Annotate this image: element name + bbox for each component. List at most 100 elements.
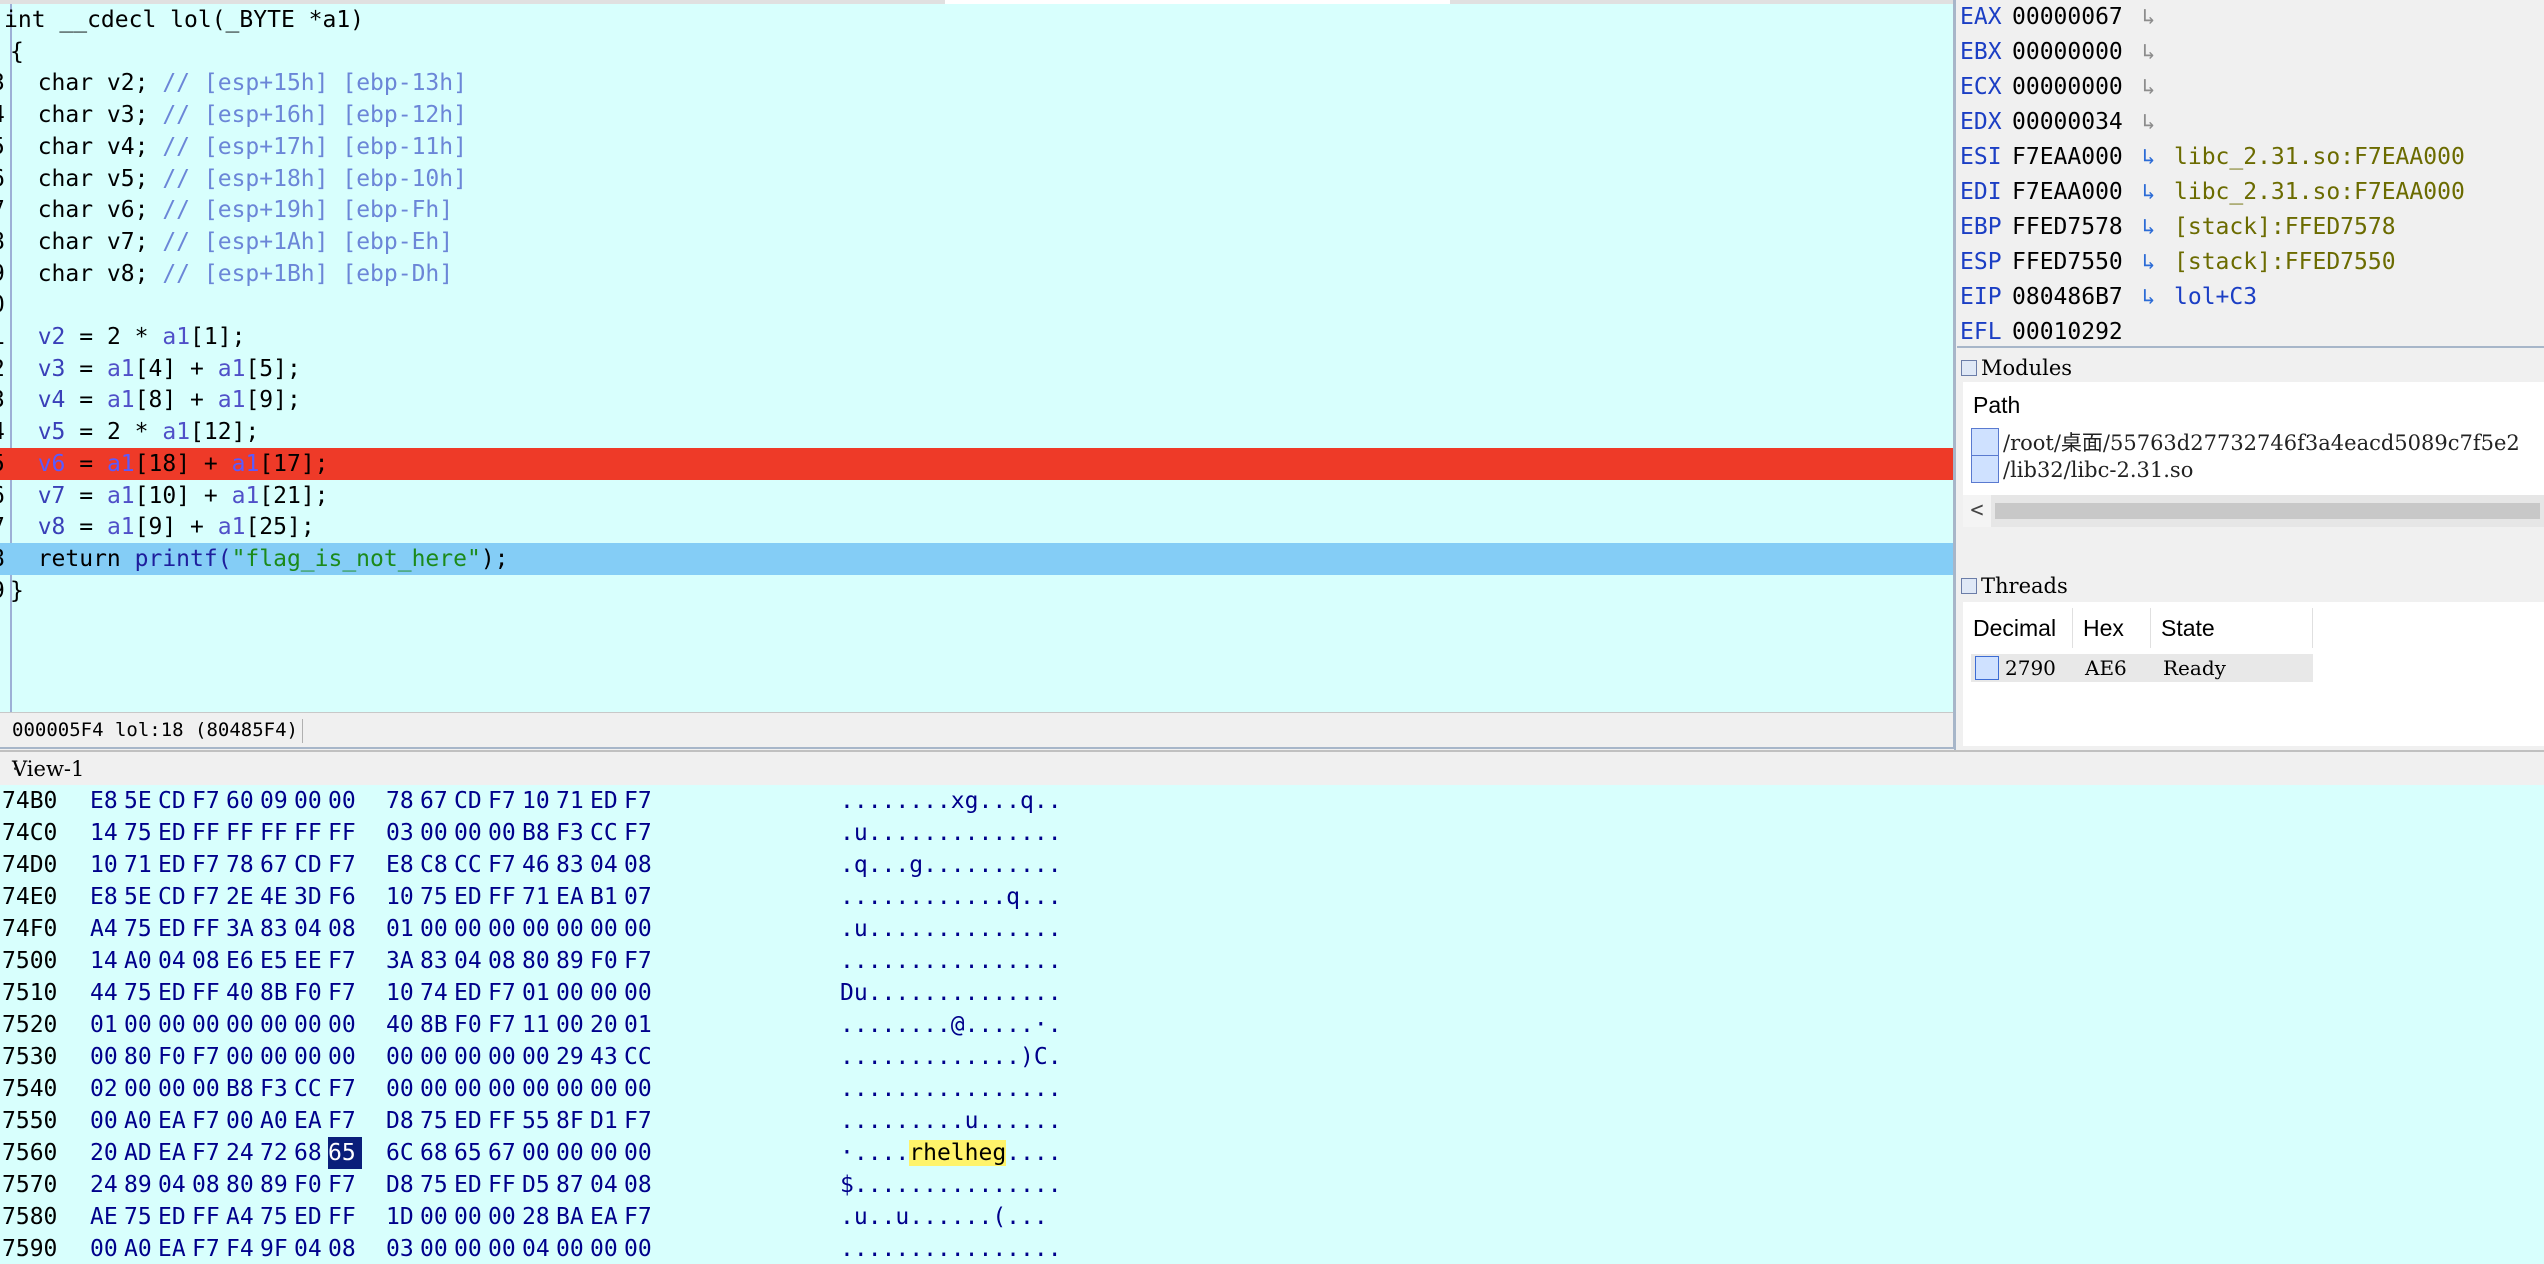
hex-bytes[interactable]: E8 5E CD F7 60 09 00 00 78 67 CD F7 10 71 ED F7 <box>90 785 658 817</box>
hex-byte[interactable]: ED <box>158 817 192 849</box>
hex-byte[interactable]: 10 <box>386 977 420 1009</box>
hex-byte[interactable]: F7 <box>624 945 658 977</box>
hex-byte[interactable]: A0 <box>124 1233 158 1264</box>
hex-byte[interactable]: 00 <box>624 1233 658 1264</box>
code-line[interactable]: 3 v4 = a1[8] + a1[9]; <box>0 384 1953 416</box>
hex-byte[interactable]: 00 <box>420 1073 454 1105</box>
register-value[interactable]: FFED7578 <box>2012 210 2123 245</box>
register-value[interactable]: F7EAA000 <box>2012 175 2123 210</box>
hex-byte[interactable]: CD <box>294 849 328 881</box>
hex-byte[interactable]: 08 <box>624 849 658 881</box>
hex-byte[interactable]: F7 <box>624 785 658 817</box>
hex-byte[interactable]: ED <box>454 977 488 1009</box>
hex-byte[interactable]: F7 <box>192 1105 226 1137</box>
hex-bytes[interactable]: 01 00 00 00 00 00 00 00 40 8B F0 F7 11 00 20 01 <box>90 1009 658 1041</box>
hex-ascii[interactable]: .u..u......(... <box>840 1201 1048 1233</box>
hex-byte[interactable]: EA <box>556 881 590 913</box>
code-line[interactable]: 1 v2 = 2 * a1[1]; <box>0 321 1953 353</box>
hex-byte[interactable]: 00 <box>556 1009 590 1041</box>
hex-row[interactable]: 7520 01 00 00 00 00 00 00 00 40 8B F0 F7 11 00 20 01....… <box>0 1009 2544 1041</box>
hex-byte[interactable]: 67 <box>488 1137 522 1169</box>
pane-splitter[interactable] <box>1954 0 1956 750</box>
hex-byte[interactable]: 60 <box>226 785 260 817</box>
hex-byte[interactable]: 00 <box>90 1233 124 1264</box>
hex-view[interactable]: 74B0 E8 5E CD F7 60 09 00 00 78 67 CD F7 10 71 ED F7....… <box>0 785 2544 1264</box>
hex-byte[interactable]: 01 <box>522 977 556 1009</box>
hex-byte[interactable]: 04 <box>294 1233 328 1264</box>
hex-byte[interactable]: F0 <box>294 1169 328 1201</box>
hex-byte[interactable]: 75 <box>124 817 158 849</box>
hex-byte[interactable]: 09 <box>260 785 294 817</box>
hex-row[interactable]: 7530 00 80 F0 F7 00 00 00 00 00 00 00 00 00 29 43 CC....… <box>0 1041 2544 1073</box>
code-line[interactable]: 6 v7 = a1[10] + a1[21]; <box>0 480 1953 512</box>
code-line[interactable]: 8 char v7; // [esp+1Ah] [ebp-Eh] <box>0 226 1953 258</box>
hex-byte[interactable]: 00 <box>260 1041 294 1073</box>
hex-byte[interactable]: EA <box>158 1233 192 1264</box>
register-reference[interactable]: lol+C3 <box>2174 280 2257 315</box>
hex-byte[interactable]: 40 <box>226 977 260 1009</box>
hex-byte[interactable]: 8B <box>260 977 294 1009</box>
hex-byte[interactable]: 71 <box>522 881 556 913</box>
code-line[interactable]: 4 char v3; // [esp+16h] [ebp-12h] <box>0 99 1953 131</box>
register-reference[interactable]: [stack]:FFED7578 <box>2174 210 2396 245</box>
hex-byte[interactable]: CC <box>590 817 624 849</box>
code-line[interactable]: 3 char v2; // [esp+15h] [ebp-13h] <box>0 67 1953 99</box>
register-reference[interactable]: libc_2.31.so:F7EAA000 <box>2174 175 2465 210</box>
register-value[interactable]: 080486B7 <box>2012 280 2123 315</box>
hex-byte[interactable]: D5 <box>522 1169 556 1201</box>
hex-byte[interactable]: 87 <box>556 1169 590 1201</box>
hex-byte[interactable]: AD <box>124 1137 158 1169</box>
register-value[interactable]: F7EAA000 <box>2012 140 2123 175</box>
hex-byte[interactable]: 04 <box>590 849 624 881</box>
hex-byte[interactable]: 00 <box>328 785 362 817</box>
hex-byte[interactable]: 00 <box>454 913 488 945</box>
hex-byte[interactable]: 71 <box>556 785 590 817</box>
hex-ascii[interactable]: Du.............. <box>840 977 1062 1009</box>
hex-byte[interactable]: EA <box>590 1201 624 1233</box>
hex-byte[interactable]: F7 <box>192 785 226 817</box>
hex-byte[interactable]: 4E <box>260 881 294 913</box>
hex-byte[interactable]: FF <box>192 913 226 945</box>
hex-byte[interactable]: A4 <box>90 913 124 945</box>
register-row[interactable]: ECX 00000000 ↳ <box>1960 70 2540 105</box>
code-line[interactable]: 7 v8 = a1[9] + a1[25]; <box>0 511 1953 543</box>
hex-byte[interactable]: FF <box>488 1105 522 1137</box>
hex-bytes[interactable]: 44 75 ED FF 40 8B F0 F7 10 74 ED F7 01 00 00 00 <box>90 977 658 1009</box>
hex-byte[interactable]: A0 <box>260 1105 294 1137</box>
hex-byte[interactable]: 00 <box>488 817 522 849</box>
hex-byte[interactable]: 00 <box>624 913 658 945</box>
hex-byte[interactable]: 00 <box>556 913 590 945</box>
hex-byte[interactable]: BA <box>556 1201 590 1233</box>
hex-byte[interactable]: F7 <box>624 817 658 849</box>
jump-arrow-icon[interactable]: ↳ <box>2142 105 2155 140</box>
hex-byte[interactable]: ED <box>158 1201 192 1233</box>
hex-byte[interactable]: 20 <box>590 1009 624 1041</box>
hex-byte[interactable]: CD <box>158 785 192 817</box>
hex-byte[interactable]: F7 <box>192 1137 226 1169</box>
hex-byte[interactable]: ED <box>158 913 192 945</box>
hex-ascii[interactable]: .............)C. <box>840 1041 1062 1073</box>
hex-byte[interactable]: 00 <box>488 1201 522 1233</box>
hex-byte[interactable]: B8 <box>522 817 556 849</box>
hex-byte[interactable]: ED <box>294 1201 328 1233</box>
hex-byte[interactable]: CC <box>454 849 488 881</box>
hex-byte[interactable]: 04 <box>158 945 192 977</box>
hex-byte[interactable]: F7 <box>192 881 226 913</box>
hex-bytes[interactable]: 14 A0 04 08 E6 E5 EE F7 3A 83 04 08 80 89 F0 F7 <box>90 945 658 977</box>
hex-byte[interactable]: F7 <box>192 1041 226 1073</box>
hex-ascii[interactable]: ................ <box>840 1073 1062 1105</box>
hex-byte[interactable]: 00 <box>158 1073 192 1105</box>
hex-byte[interactable]: 8F <box>556 1105 590 1137</box>
hex-ascii[interactable]: ........xg...q.. <box>840 785 1062 817</box>
hex-byte[interactable]: 75 <box>124 977 158 1009</box>
hex-byte[interactable]: E8 <box>90 881 124 913</box>
hex-byte[interactable]: 68 <box>294 1137 328 1169</box>
register-row[interactable]: EDI F7EAA000 ↳ libc_2.31.so:F7EAA000 <box>1960 175 2540 210</box>
hex-byte[interactable]: 67 <box>420 785 454 817</box>
hex-bytes[interactable]: 20 AD EA F7 24 72 68 65 6C 68 65 67 00 00 00 00 <box>90 1137 658 1169</box>
hex-byte[interactable]: D8 <box>386 1169 420 1201</box>
hex-byte[interactable]: 00 <box>488 1041 522 1073</box>
hex-byte[interactable]: 08 <box>192 945 226 977</box>
hex-byte[interactable]: ED <box>158 849 192 881</box>
hex-byte[interactable]: 08 <box>192 1169 226 1201</box>
